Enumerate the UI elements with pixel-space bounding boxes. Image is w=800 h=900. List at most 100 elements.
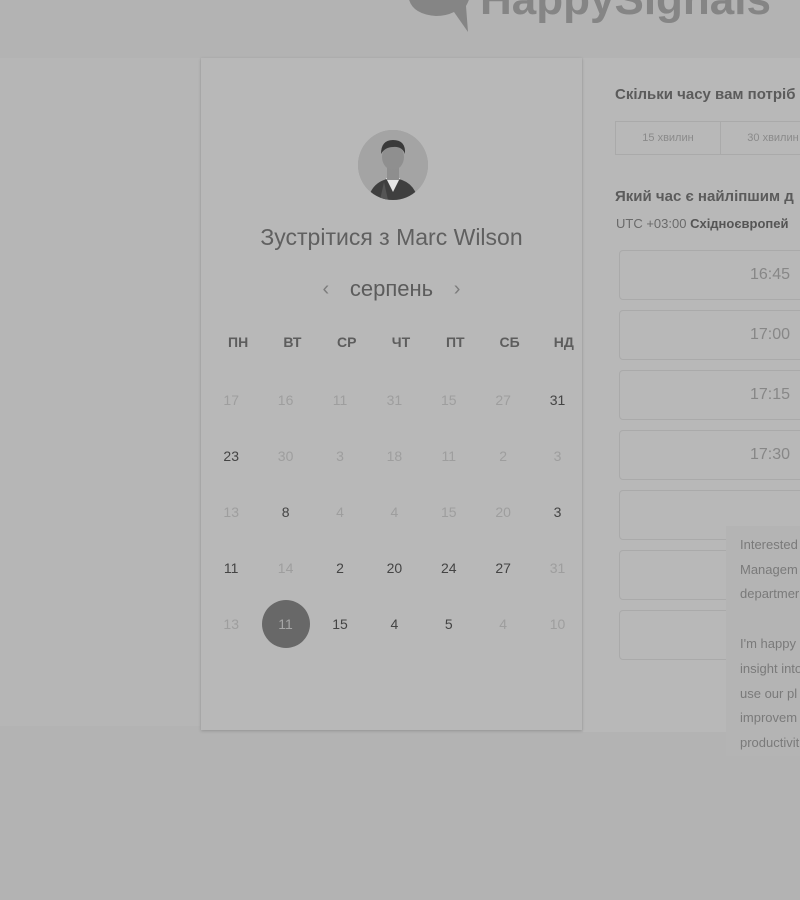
calendar-day-number: 3 xyxy=(553,448,562,464)
calendar-day-number: 4 xyxy=(499,616,508,632)
calendar-day-number: 15 xyxy=(440,392,457,408)
time-slot-button[interactable]: 16:45 xyxy=(619,250,800,300)
weekday-header: ПН ВТ СР ЧТ ПТ СБ НД xyxy=(211,334,591,350)
calendar-day: 3 xyxy=(530,428,584,484)
calendar-day-number: 31 xyxy=(386,392,403,408)
calendar-day-number: 11 xyxy=(441,448,457,464)
avatar xyxy=(358,130,428,200)
calendar-day[interactable]: 31 xyxy=(530,372,584,428)
calendar-day-number: 5 xyxy=(444,616,453,632)
calendar-day-number: 2 xyxy=(336,560,344,576)
duration-question: Скільки часу вам потріб xyxy=(615,86,796,103)
calendar-day: 31 xyxy=(367,372,421,428)
time-slot-button[interactable]: 17:30 xyxy=(619,430,800,480)
chat-message-line: I'm happy xyxy=(740,636,796,652)
calendar-day[interactable]: 15 xyxy=(313,596,367,652)
time-slot-button[interactable]: 17:00 xyxy=(619,310,800,360)
calendar-day-number: 4 xyxy=(390,504,399,520)
timezone-label: UTC +03:00 Східноєвропей xyxy=(616,216,788,231)
calendar-day: 20 xyxy=(476,484,530,540)
calendar-day[interactable]: 3 xyxy=(530,484,584,540)
calendar-day: 11 xyxy=(422,428,476,484)
calendar-day[interactable]: 4 xyxy=(367,596,421,652)
calendar-day-number: 2 xyxy=(499,448,508,464)
calendar-day[interactable]: 20 xyxy=(367,540,421,596)
calendar-day: 31 xyxy=(530,540,584,596)
chat-message-line: departmer xyxy=(740,586,800,602)
calendar-day: 15 xyxy=(422,484,476,540)
brand-name: HappySignals xyxy=(480,0,771,22)
calendar-day: 4 xyxy=(476,596,530,652)
calendar-week-row: 23 30 3 18 11 2 3 xyxy=(204,428,588,484)
calendar-day-number: 11 xyxy=(223,560,239,576)
calendar-day-number: 14 xyxy=(277,560,294,576)
calendar-day: 17 xyxy=(204,372,258,428)
weekday-label: ПТ xyxy=(445,334,465,350)
duration-option[interactable]: 15 хвилин xyxy=(615,121,721,155)
calendar-day-number: 23 xyxy=(223,448,239,464)
calendar-day: 14 xyxy=(258,540,312,596)
calendar-day-number: 30 xyxy=(277,448,294,464)
chat-message-line: use our pl xyxy=(740,685,798,701)
calendar-day: 11 xyxy=(313,372,367,428)
calendar-day-number: 4 xyxy=(336,504,344,520)
calendar-day-number: 8 xyxy=(281,504,290,520)
calendar-day: 2 xyxy=(476,428,530,484)
calendar-day-number: 4 xyxy=(390,616,399,632)
calendar-day: 16 xyxy=(258,372,312,428)
duration-option[interactable]: 30 хвилин xyxy=(720,121,800,155)
weekday-label: ЧТ xyxy=(391,334,411,350)
calendar-day: 30 xyxy=(258,428,312,484)
person-portrait-icon xyxy=(358,130,428,200)
booking-calendar-card: Зустрітися з Marc Wilson ‹ серпень › ПН В… xyxy=(201,58,582,730)
chevron-left-icon[interactable]: ‹ xyxy=(320,278,332,301)
calendar-day-number: 27 xyxy=(495,560,511,576)
calendar-day-number: 13 xyxy=(223,616,239,632)
calendar-day-number: 20 xyxy=(386,560,403,576)
calendar-day-number: 27 xyxy=(495,392,511,408)
calendar-day-number: 18 xyxy=(386,448,403,464)
calendar-day[interactable]: 5 xyxy=(422,596,476,652)
calendar-day: 27 xyxy=(476,372,530,428)
chat-message-line: Interested xyxy=(740,537,798,552)
calendar-day-number: 24 xyxy=(440,560,457,576)
calendar-day-number: 11 xyxy=(332,392,348,408)
page-background-left xyxy=(0,58,200,726)
calendar-day-selected[interactable]: 11 xyxy=(258,596,312,652)
speech-bubble-logo-icon xyxy=(409,0,469,32)
chat-message-line: productivit xyxy=(740,734,800,750)
month-label: серпень xyxy=(349,276,434,301)
chat-message-line: Managem xyxy=(740,561,798,577)
month-navigator: ‹ серпень › xyxy=(201,272,582,306)
calendar-day[interactable]: 8 xyxy=(258,484,312,540)
calendar-day[interactable]: 24 xyxy=(422,540,476,596)
calendar-day: 15 xyxy=(422,372,476,428)
calendar-day[interactable]: 23 xyxy=(204,428,258,484)
duration-options: 15 хвилин 30 хвилин xyxy=(615,121,800,155)
calendar-day-number: 31 xyxy=(549,560,566,576)
calendar-day[interactable]: 11 xyxy=(204,540,258,596)
calendar-week-row: 11 14 2 20 24 27 31 xyxy=(204,540,588,596)
calendar-day: 18 xyxy=(367,428,421,484)
calendar-week-row: 17 16 11 31 15 27 31 xyxy=(204,372,588,428)
calendar-day-number: 17 xyxy=(223,392,239,408)
chat-message-line: improvem xyxy=(740,710,798,726)
calendar-grid: 17 16 11 31 15 27 31 23 30 3 18 11 2 3 13 8 4 4 15 20 3 11 14 2… xyxy=(204,372,588,652)
time-slot-button[interactable]: 17:15 xyxy=(619,370,800,420)
chat-popup[interactable]: Interested Managem departmer I'm happy insig… xyxy=(726,526,800,756)
calendar-day: 10 xyxy=(530,596,584,652)
calendar-day: 13 xyxy=(204,596,258,652)
timezone-name: Східноєвропей xyxy=(690,216,789,231)
calendar-day: 4 xyxy=(313,484,367,540)
calendar-day-number: 20 xyxy=(495,504,511,520)
weekday-label: СР xyxy=(336,334,357,350)
weekday-label: ВТ xyxy=(283,334,302,350)
chat-message-line: insight into xyxy=(740,660,800,676)
calendar-day-number: 15 xyxy=(332,616,348,632)
calendar-day[interactable]: 2 xyxy=(313,540,367,596)
calendar-day[interactable]: 27 xyxy=(476,540,530,596)
chevron-right-icon[interactable]: › xyxy=(451,278,463,301)
weekday-label: СБ xyxy=(499,334,520,350)
calendar-day-number: 13 xyxy=(223,504,239,520)
calendar-day: 3 xyxy=(313,428,367,484)
